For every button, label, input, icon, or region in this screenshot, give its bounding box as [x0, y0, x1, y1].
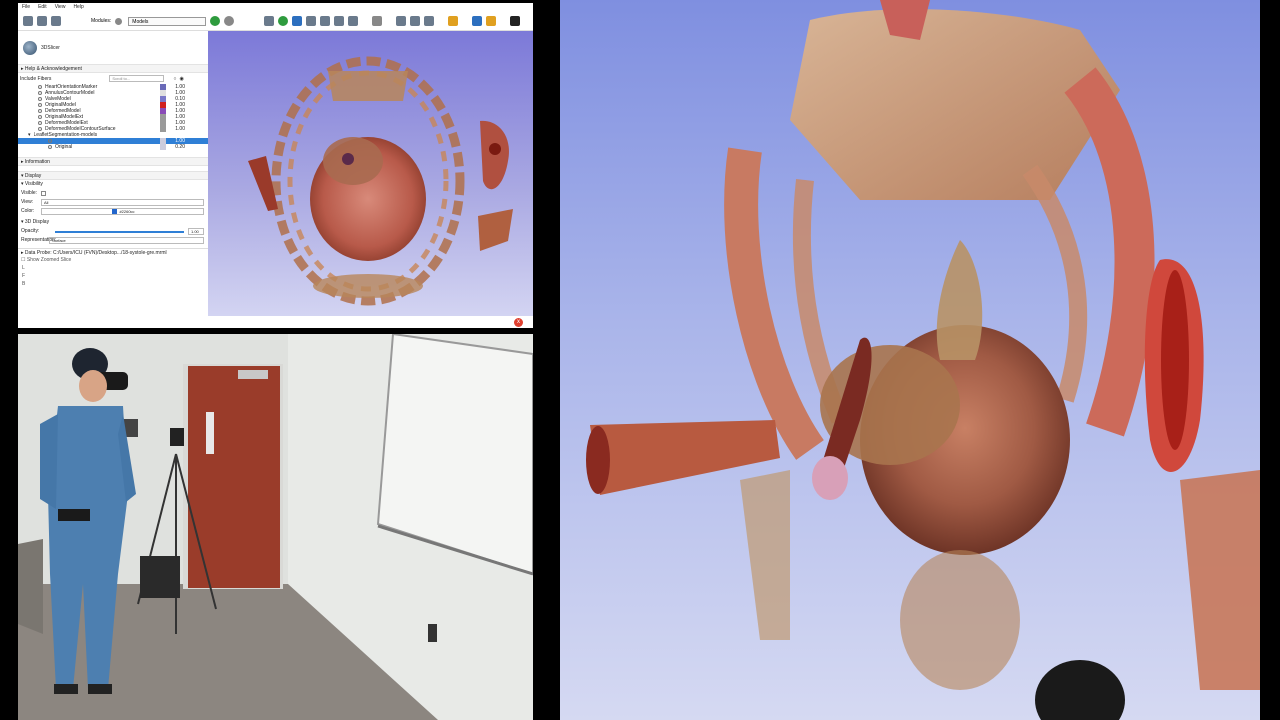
- probe-b: B: [22, 281, 26, 287]
- opacity-row: Opacity: 1.00: [18, 227, 208, 236]
- color-swatch: [112, 209, 118, 215]
- expand-icon[interactable]: ▾: [28, 132, 31, 138]
- representation-select[interactable]: Surface: [49, 237, 204, 244]
- visibility-eye-icon[interactable]: [38, 91, 42, 95]
- filter-row: Include Fibers Scroll to... ○ ◉: [18, 73, 208, 84]
- save-icon[interactable]: [51, 16, 61, 26]
- model-opacity: 0.20: [175, 144, 185, 150]
- model-name: Original: [55, 144, 73, 150]
- screenshot-icon[interactable]: [410, 16, 421, 26]
- python-icon[interactable]: [486, 16, 497, 26]
- refresh-icon[interactable]: ○: [173, 76, 176, 82]
- vr-heart-render: [586, 0, 1260, 720]
- fiducial-icon[interactable]: [448, 16, 459, 26]
- folder-name: LeafletSegmentation-models: [33, 132, 98, 138]
- probe-l: L: [22, 265, 25, 271]
- visible-row: Visible:: [18, 189, 208, 198]
- visibility-eye-icon[interactable]: [38, 85, 42, 89]
- visibility-eye-icon[interactable]: [38, 127, 42, 131]
- 3d-view[interactable]: [208, 31, 533, 316]
- transform-icon[interactable]: [306, 16, 317, 26]
- slicer-logo-icon: [23, 40, 37, 55]
- visibility-eye-icon[interactable]: [38, 103, 42, 107]
- include-fibers-label: Include Fibers: [20, 75, 52, 82]
- menu-bar: File Edit View Help: [18, 3, 533, 12]
- show-zoomed-slice[interactable]: ☐ Show Zoomed Slice: [18, 256, 208, 264]
- app-logo-row: 3DSlicer: [18, 31, 208, 64]
- visible-label: Visible:: [21, 190, 38, 196]
- visibility-eye-icon[interactable]: [38, 121, 42, 125]
- view-row: View: All: [18, 198, 208, 207]
- color-label: Color:: [21, 208, 35, 214]
- data-probe-row[interactable]: ▸ Data Probe: C:/Users/ICU (FVN)/Desktop…: [18, 248, 208, 256]
- dicom-icon[interactable]: [37, 16, 47, 26]
- scroll-to-input[interactable]: Scroll to...: [109, 75, 165, 82]
- python-console-icon[interactable]: [472, 16, 483, 26]
- model-color-swatch[interactable]: [160, 144, 166, 150]
- representation-row: Representation: Surface: [18, 236, 208, 245]
- ruler-icon[interactable]: [334, 16, 345, 26]
- module-panel: 3DSlicer ▸ Help & Acknowledgement Includ…: [18, 31, 208, 328]
- menu-view[interactable]: View: [55, 3, 66, 12]
- eye-icon[interactable]: ◉: [179, 76, 183, 82]
- cube-icon[interactable]: [264, 16, 275, 26]
- status-bar: x: [208, 316, 533, 328]
- opacity-slider[interactable]: [55, 230, 184, 233]
- view-select[interactable]: All: [41, 199, 204, 206]
- screen: File Edit View Help Modules: Models 3DSl…: [0, 0, 1280, 720]
- color-row: Color: #2260cc: [18, 207, 208, 216]
- color-picker[interactable]: #2260cc: [41, 208, 204, 215]
- view-label: View:: [21, 199, 34, 205]
- toolbar: Modules: Models: [18, 12, 533, 31]
- help-section-header[interactable]: ▸ Help & Acknowledgement: [18, 64, 208, 73]
- room-camera-video: [18, 334, 533, 720]
- display-section-header[interactable]: ▾ Display: [18, 171, 208, 180]
- opacity-label: Opacity:: [21, 228, 40, 234]
- layout-icon[interactable]: [372, 16, 383, 26]
- load-data-icon[interactable]: [23, 16, 33, 26]
- probe-f: F: [22, 273, 26, 279]
- menu-help[interactable]: Help: [73, 3, 83, 12]
- 3d-heart-render: [248, 56, 513, 306]
- 3d-display-section-header[interactable]: ▾ 3D Display: [18, 218, 208, 227]
- visibility-eye-icon[interactable]: [38, 109, 42, 113]
- visibility-eye-icon[interactable]: [48, 139, 52, 143]
- visibility-eye-icon[interactable]: [38, 115, 42, 119]
- vr-controller-hand: [1035, 660, 1125, 720]
- visibility-eye-icon[interactable]: [38, 97, 42, 101]
- forward-arrow-icon[interactable]: [224, 16, 235, 26]
- markups-icon[interactable]: [320, 16, 331, 26]
- visibility-eye-icon[interactable]: [48, 145, 52, 149]
- visible-checkbox[interactable]: [41, 191, 46, 196]
- scene-icon[interactable]: [424, 16, 435, 26]
- information-section-header[interactable]: ▸ Information: [18, 157, 208, 166]
- menu-edit[interactable]: Edit: [38, 3, 47, 12]
- model-opacity[interactable]: 1.00: [169, 126, 185, 132]
- opacity-spinbox[interactable]: 1.00: [188, 228, 204, 235]
- error-log-icon[interactable]: x: [514, 318, 523, 327]
- volume-render-icon[interactable]: [278, 16, 289, 26]
- menu-file[interactable]: File: [22, 3, 30, 12]
- model-tree: HeartOrientationMarker 1.00 AnnulusContour…: [18, 84, 208, 150]
- room-scene: [18, 334, 533, 720]
- vr-headset-icon[interactable]: [510, 16, 521, 26]
- search-icon[interactable]: [115, 17, 123, 25]
- grid-icon[interactable]: [396, 16, 407, 26]
- model-child-row[interactable]: Original 0.20: [18, 144, 208, 150]
- slicer-window: File Edit View Help Modules: Models 3DSl…: [18, 3, 533, 328]
- modules-label: Modules:: [91, 18, 112, 24]
- app-name: 3DSlicer: [41, 44, 60, 51]
- visibility-section-header[interactable]: ▾ Visibility: [18, 180, 208, 189]
- back-arrow-icon[interactable]: [210, 16, 221, 26]
- representation-label: Representation:: [21, 237, 57, 243]
- model-color-swatch[interactable]: [160, 126, 166, 132]
- module-selector[interactable]: Models: [128, 16, 207, 26]
- crosshair-icon[interactable]: [348, 16, 359, 26]
- models-icon[interactable]: [292, 16, 303, 26]
- vr-headset-view: [560, 0, 1260, 720]
